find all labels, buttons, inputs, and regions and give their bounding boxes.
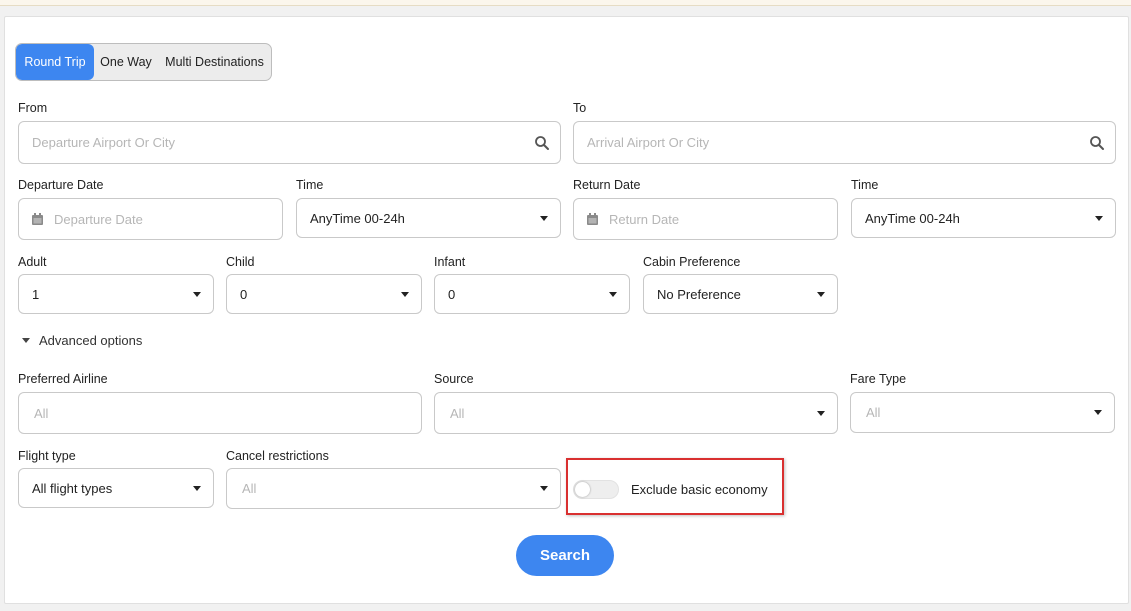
chevron-down-icon [817, 291, 825, 297]
return-date-label: Return Date [573, 178, 641, 192]
source-label: Source [434, 372, 474, 386]
departure-time-label: Time [296, 178, 324, 192]
return-time-value: AnyTime 00-24h [865, 210, 960, 226]
chevron-down-icon [609, 291, 617, 297]
departure-date-placeholder: Departure Date [54, 211, 143, 227]
departure-time-select[interactable]: AnyTime 00-24h [296, 198, 561, 238]
fare-type-select[interactable]: All [850, 392, 1115, 433]
advanced-options-toggle[interactable]: Advanced options [22, 333, 142, 348]
infant-select[interactable]: 0 [434, 274, 630, 314]
child-value: 0 [240, 286, 248, 302]
to-label: To [573, 101, 587, 115]
adult-label: Adult [18, 255, 47, 269]
chevron-down-icon [193, 485, 201, 491]
adult-select[interactable]: 1 [18, 274, 214, 314]
source-select[interactable]: All [434, 392, 838, 434]
chevron-down-icon [1094, 410, 1102, 415]
chevron-down-icon [540, 215, 548, 221]
search-button[interactable]: Search [516, 535, 614, 576]
cancel-restrictions-select[interactable]: All [226, 468, 561, 509]
return-date-input[interactable]: Return Date [573, 198, 838, 240]
chevron-down-icon [401, 291, 409, 297]
return-time-label: Time [851, 178, 879, 192]
return-date-placeholder: Return Date [609, 211, 680, 227]
from-input[interactable]: Departure Airport Or City [18, 121, 561, 164]
flight-type-value: All flight types [32, 480, 113, 496]
cancel-restrictions-label: Cancel restrictions [226, 449, 329, 463]
preferred-airline-label: Preferred Airline [18, 372, 108, 386]
search-icon[interactable] [534, 135, 550, 151]
adult-value: 1 [32, 286, 40, 302]
advanced-options-label: Advanced options [39, 333, 143, 348]
top-banner-strip [0, 0, 1131, 6]
cabin-preference-select[interactable]: No Preference [643, 274, 838, 314]
trip-type-tabs: Round Trip One Way Multi Destinations [15, 43, 272, 81]
chevron-down-icon [540, 486, 548, 491]
fare-type-label: Fare Type [850, 372, 907, 386]
calendar-icon [32, 213, 43, 225]
search-icon[interactable] [1089, 135, 1105, 151]
cancel-restrictions-placeholder: All [242, 481, 257, 496]
cabin-preference-label: Cabin Preference [643, 255, 741, 269]
tab-one-way[interactable]: One Way [94, 44, 158, 80]
fare-type-placeholder: All [866, 405, 881, 420]
child-select[interactable]: 0 [226, 274, 422, 314]
to-input[interactable]: Arrival Airport Or City [573, 121, 1116, 164]
departure-date-label: Departure Date [18, 178, 104, 192]
preferred-airline-input[interactable]: All [18, 392, 422, 434]
departure-date-input[interactable]: Departure Date [18, 198, 283, 240]
source-placeholder: All [450, 405, 465, 421]
to-placeholder: Arrival Airport Or City [587, 135, 710, 150]
child-label: Child [226, 255, 255, 269]
tab-round-trip[interactable]: Round Trip [16, 44, 94, 80]
preferred-airline-placeholder: All [34, 405, 49, 421]
flight-type-label: Flight type [18, 449, 76, 463]
toggle-knob [575, 482, 590, 497]
chevron-down-icon [1095, 215, 1103, 221]
calendar-icon [587, 213, 598, 225]
from-label: From [18, 101, 48, 115]
chevron-down-icon [193, 291, 201, 297]
exclude-basic-economy-label[interactable]: Exclude basic economy [631, 482, 768, 497]
departure-time-value: AnyTime 00-24h [310, 210, 405, 226]
cabin-preference-value: No Preference [657, 286, 741, 302]
infant-value: 0 [448, 286, 456, 302]
tab-multi-destinations[interactable]: Multi Destinations [158, 44, 271, 80]
from-placeholder: Departure Airport Or City [32, 135, 176, 150]
infant-label: Infant [434, 255, 466, 269]
chevron-down-icon [817, 410, 825, 416]
flight-type-select[interactable]: All flight types [18, 468, 214, 508]
return-time-select[interactable]: AnyTime 00-24h [851, 198, 1116, 238]
exclude-basic-economy-toggle[interactable] [573, 480, 619, 499]
caret-down-icon [22, 338, 30, 343]
